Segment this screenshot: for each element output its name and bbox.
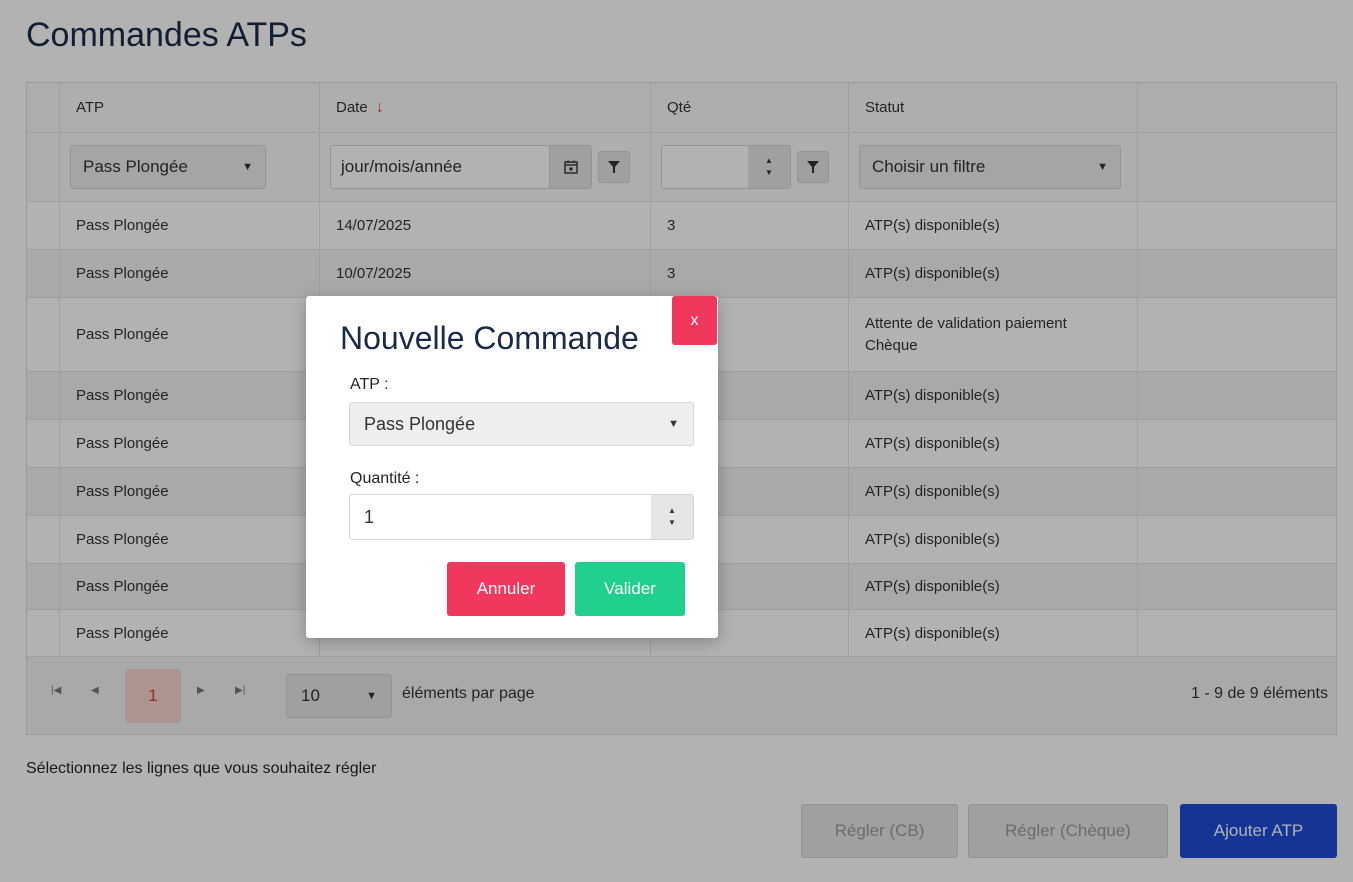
spinner-down-icon[interactable]: ▼: [668, 517, 676, 529]
close-modal-button[interactable]: x: [672, 296, 717, 345]
modal-title: Nouvelle Commande: [340, 320, 639, 356]
atp-select-value: Pass Plongée: [364, 413, 476, 434]
quantity-spinner[interactable]: ▲ ▼: [651, 495, 693, 539]
chevron-down-icon: ▼: [668, 418, 679, 430]
close-icon: x: [690, 311, 699, 329]
atp-field-label: ATP :: [350, 376, 389, 393]
atp-select[interactable]: Pass Plongée ▼: [349, 402, 694, 446]
new-order-modal: Nouvelle Commande x ATP : Pass Plongée ▼…: [306, 296, 718, 638]
spinner-up-icon[interactable]: ▲: [668, 505, 676, 517]
validate-button[interactable]: Valider: [575, 562, 685, 616]
quantity-stepper[interactable]: 1 ▲ ▼: [349, 494, 694, 540]
quantity-value: 1: [364, 506, 375, 527]
cancel-button[interactable]: Annuler: [447, 562, 565, 616]
quantity-field-label: Quantité :: [350, 470, 420, 487]
